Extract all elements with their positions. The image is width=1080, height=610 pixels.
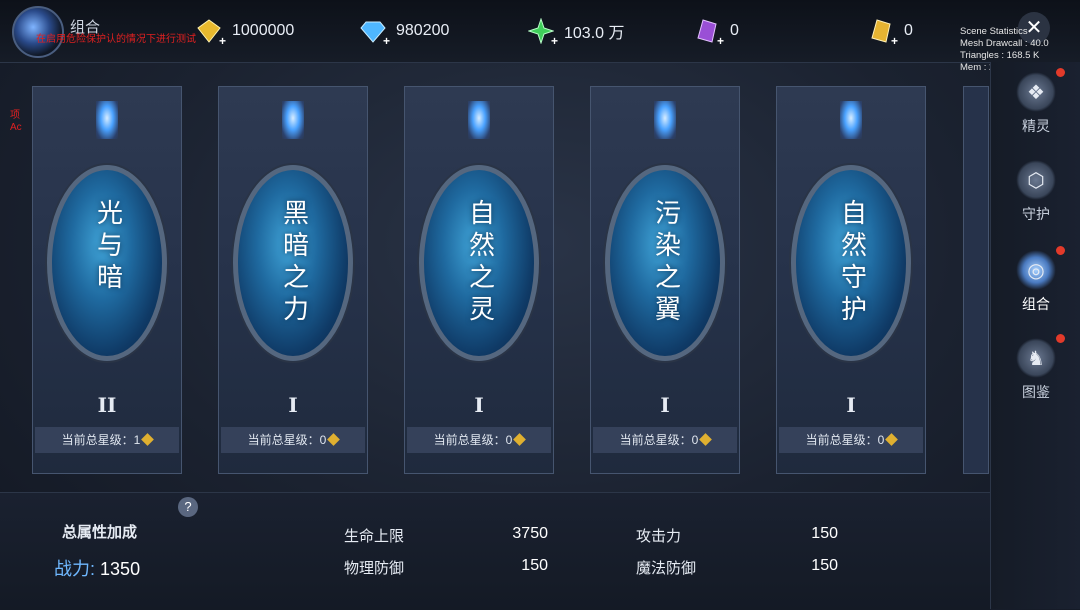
stats-line: Triangles : 168.5 K (960, 50, 1040, 61)
card-rank: II (97, 393, 117, 417)
star-value: 0 (319, 433, 327, 447)
currency-value: 0 (904, 22, 913, 39)
attr-value: 150 (811, 525, 838, 542)
card-name: 自然守护 (836, 199, 867, 327)
crystal-icon (654, 101, 676, 139)
sidebar-item-label: 组合 (1022, 297, 1050, 313)
purple-crystal-icon: + (694, 18, 724, 48)
attr-value: 150 (521, 557, 548, 574)
debug-warning: 在启用危险保护认的情况下进行测试 (36, 34, 196, 45)
star-level-bar: 当前总星级：1 (35, 427, 179, 453)
combo-card-5[interactable]: 自然守护 I 当前总星级：0 (776, 86, 926, 474)
crystal-icon (282, 101, 304, 139)
currency-purple-crystal[interactable]: + 0 (694, 18, 739, 48)
sidebar-item-combo[interactable]: ◎ 组合 (991, 246, 1080, 314)
star-icon (699, 433, 713, 446)
star-value: 0 (691, 433, 699, 447)
star-value: 1 (133, 433, 141, 447)
sidebar-item-codex[interactable]: ♞ 图鉴 (991, 334, 1080, 402)
sidebar-item-guard[interactable]: ⬡ 守护 (991, 160, 1080, 224)
combo-card-2[interactable]: 黑暗之力 I 当前总星级：0 (218, 86, 368, 474)
card-name: 污染之翼 (650, 199, 681, 327)
notification-badge (1056, 334, 1065, 343)
panel-title: 总属性加成 (62, 524, 138, 541)
combat-power: 战力: 1350 (54, 555, 140, 581)
attr-value: 3750 (512, 525, 548, 542)
card-name: 光与暗 (92, 199, 123, 295)
star-label: 当前总星级： (805, 433, 878, 447)
star-icon (141, 433, 155, 446)
combo-card-3[interactable]: 自然之灵 I 当前总星级：0 (404, 86, 554, 474)
help-button[interactable]: ? (178, 497, 198, 517)
crystal-icon (96, 101, 118, 139)
attr-label: 生命上限 (344, 528, 405, 545)
currency-value: 103.0 万 (564, 25, 625, 42)
currency-gold-gem[interactable]: + 1000000 (196, 18, 295, 48)
star-level-bar: 当前总星级：0 (593, 427, 737, 453)
crystal-icon (468, 101, 490, 139)
crystal-icon (840, 101, 862, 139)
power-value: 1350 (100, 559, 141, 579)
diamond-icon: + (360, 18, 390, 48)
currency-gold-crystal[interactable]: + 0 (868, 18, 913, 48)
star-icon (513, 433, 527, 446)
gold-gem-icon: + (196, 18, 226, 48)
sidebar-item-label: 精灵 (1022, 119, 1050, 135)
attr-label: 魔法防御 (636, 560, 697, 577)
star-label: 当前总星级： (61, 433, 134, 447)
card-name: 自然之灵 (464, 199, 495, 327)
sidebar-item-label: 图鉴 (1022, 385, 1050, 401)
gold-crystal-icon: + (868, 18, 898, 48)
star-icon (327, 433, 341, 446)
currency-value: 0 (730, 22, 739, 39)
attr-label: 物理防御 (344, 560, 405, 577)
combo-card-1[interactable]: 光与暗 II 当前总星级：1 (32, 86, 182, 474)
star-value: 0 (505, 433, 513, 447)
star-level-bar: 当前总星级：0 (221, 427, 365, 453)
card-name: 黑暗之力 (278, 199, 309, 327)
card-rank: I (474, 393, 484, 417)
attr-value: 150 (811, 557, 838, 574)
star-label: 当前总星级： (619, 433, 692, 447)
notification-badge (1056, 246, 1065, 255)
combo-card-4[interactable]: 污染之翼 I 当前总星级：0 (590, 86, 740, 474)
star-icon (885, 433, 899, 446)
currency-diamond[interactable]: + 980200 (360, 18, 450, 48)
star-level-bar: 当前总星级：0 (407, 427, 551, 453)
power-label: 战力: (54, 559, 96, 579)
attr-label: 攻击力 (636, 528, 682, 545)
sidebar-item-sprite[interactable]: ❖ 精灵 (991, 68, 1080, 136)
star-value: 0 (877, 433, 885, 447)
green-crystal-icon: + (527, 17, 558, 48)
codex-icon: ♞ (1016, 338, 1056, 378)
star-level-bar: 当前总星级：0 (779, 427, 923, 453)
card-rank: I (660, 393, 670, 417)
combo-card-partial[interactable] (963, 86, 989, 474)
combo-icon: ◎ (1016, 250, 1056, 290)
sidebar: ❖ 精灵 ⬡ 守护 ◎ 组合 ♞ 图鉴 (990, 62, 1080, 609)
left-marker: 项 Ac (10, 110, 22, 134)
marker-line: 项 (10, 110, 20, 121)
currency-value: 1000000 (232, 22, 295, 39)
card-rank: I (288, 393, 298, 417)
star-label: 当前总星级： (247, 433, 320, 447)
wings-icon: ❖ (1016, 72, 1056, 112)
star-label: 当前总星级： (433, 433, 506, 447)
currency-green-crystal[interactable]: + 103.0 万 (527, 17, 625, 48)
stats-line: Scene Statistics (960, 26, 1028, 37)
notification-badge (1056, 68, 1065, 77)
currency-value: 980200 (396, 22, 450, 39)
top-bar: 组合 在启用危险保护认的情况下进行测试 + 1000000 + 980200 +… (0, 0, 1080, 63)
stats-line: Mesh Drawcall : 40.0 (960, 38, 1049, 49)
shield-icon: ⬡ (1016, 160, 1056, 200)
card-rank: I (846, 393, 856, 417)
sidebar-item-label: 守护 (1022, 207, 1050, 223)
marker-line: Ac (10, 122, 22, 133)
attribute-panel: ? 总属性加成 战力: 1350 生命上限 3750 攻击力 150 物理防御 … (0, 492, 990, 610)
